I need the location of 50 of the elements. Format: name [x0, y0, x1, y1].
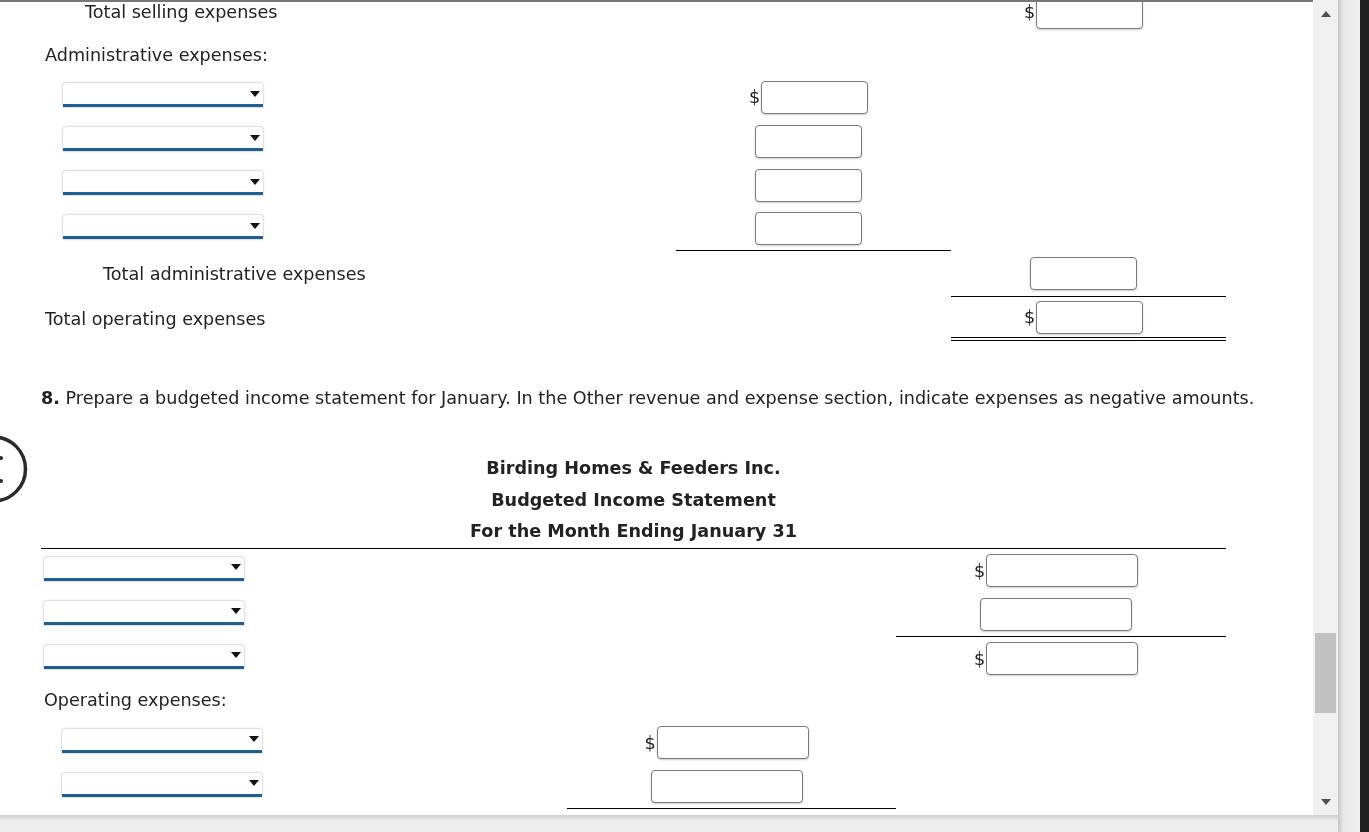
dollar-sign: $ — [748, 87, 761, 107]
amount-input[interactable] — [650, 769, 803, 803]
scroll-down-icon[interactable] — [1320, 799, 1331, 805]
statement-title: Budgeted Income Statement — [491, 488, 776, 512]
caret-icon — [249, 780, 259, 786]
amount-input[interactable] — [1036, 300, 1144, 334]
amount-input[interactable] — [755, 212, 862, 245]
amount-input[interactable] — [656, 726, 809, 759]
statement-title: Birding Homes & Feeders Inc. — [486, 457, 781, 480]
dropdown[interactable] — [62, 772, 262, 797]
row-label: Total administrative expenses — [103, 263, 366, 285]
dropdown[interactable] — [44, 556, 244, 581]
amount-input[interactable] — [986, 554, 1139, 587]
instruction-text: 8. Prepare a budgeted income statement for January. In the Other revenue and expense section, indicate expenses as negative amounts. — [41, 388, 1255, 408]
scroll-up-icon[interactable] — [1320, 11, 1331, 17]
row-label: Operating expenses: — [44, 690, 227, 711]
scrollbar-thumb[interactable] — [1315, 633, 1336, 713]
dropdown[interactable] — [62, 728, 262, 753]
caret-icon — [250, 222, 260, 229]
caret-icon — [231, 564, 241, 570]
caret-icon — [250, 134, 260, 141]
caret-icon — [250, 178, 260, 185]
caret-icon — [249, 736, 259, 742]
amount-input[interactable] — [980, 597, 1132, 631]
row-label: Administrative expenses: — [45, 44, 268, 66]
caret-icon — [231, 608, 241, 614]
dropdown[interactable] — [44, 644, 244, 669]
amount-input[interactable] — [761, 80, 869, 114]
dropdown[interactable] — [63, 171, 263, 195]
dollar-sign: $ — [973, 648, 986, 669]
amount-input[interactable] — [1036, 2, 1144, 29]
amount-input[interactable] — [755, 124, 862, 158]
row-label: Total operating expenses — [45, 308, 266, 330]
dropdown[interactable] — [63, 83, 263, 107]
dollar-sign: $ — [973, 560, 986, 581]
dropdown[interactable] — [44, 600, 244, 625]
caret-icon — [250, 90, 260, 97]
statement-title: For the Month Ending January 31 — [470, 520, 797, 543]
dropdown[interactable] — [63, 215, 263, 239]
dollar-sign: $ — [644, 732, 656, 753]
scrollbar[interactable] — [1313, 0, 1338, 815]
amount-input[interactable] — [986, 642, 1139, 675]
dropdown[interactable] — [63, 127, 263, 151]
dollar-sign: $ — [1023, 307, 1036, 327]
amount-input[interactable] — [755, 168, 862, 202]
caret-icon — [231, 652, 241, 658]
amount-input[interactable] — [1030, 257, 1137, 290]
dollar-sign: $ — [1023, 2, 1036, 22]
circle-dots-icon[interactable] — [0, 434, 29, 504]
row-label: Total selling expenses — [85, 2, 278, 23]
